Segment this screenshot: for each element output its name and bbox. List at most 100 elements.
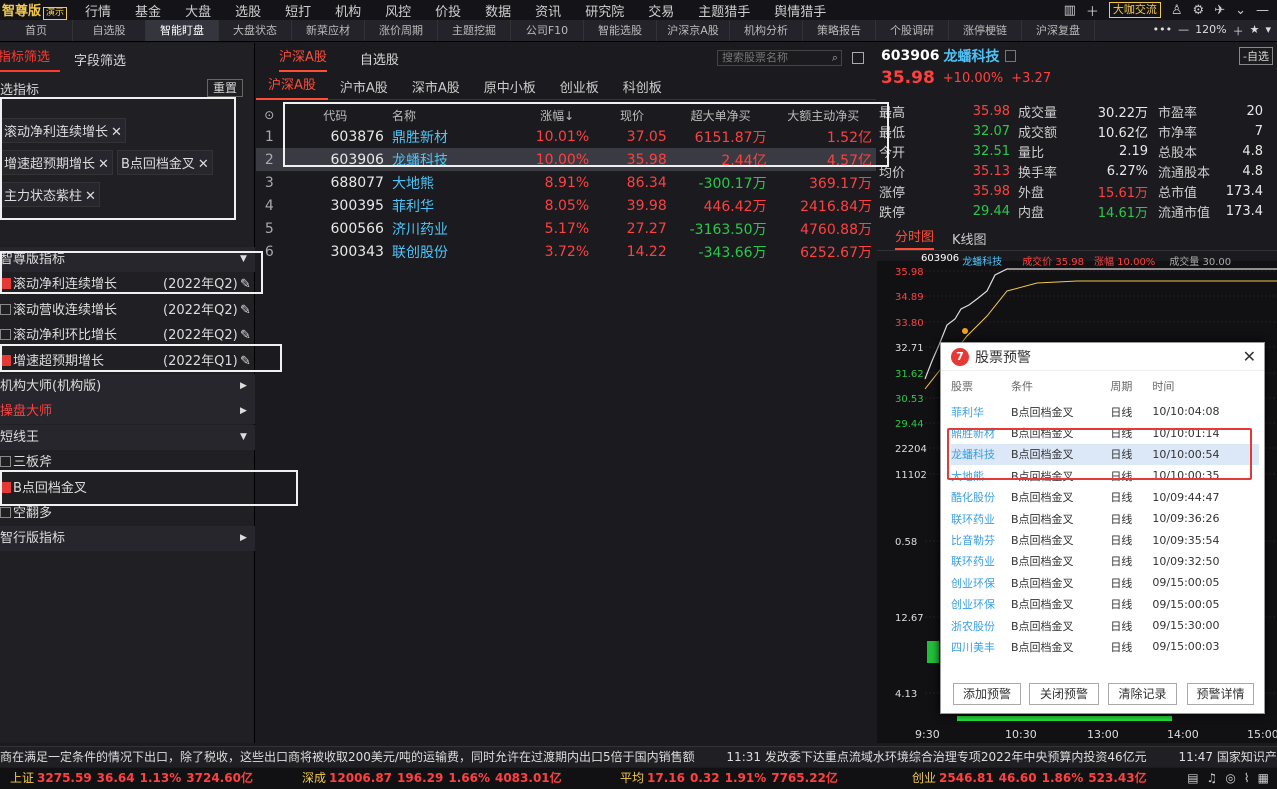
market-tab-1[interactable]: 沪市A股 [328, 77, 400, 96]
alert-row[interactable]: 浙农股份 B点回档金叉 日线 09/15:30:00 [951, 615, 1259, 636]
calendar-icon[interactable]: ▤ [1187, 768, 1198, 789]
indicator-row[interactable]: 空翻多 [0, 501, 255, 526]
indicator-chip[interactable]: 滚动净利连续增长 ✕ [0, 118, 126, 143]
alert-action-button[interactable]: 关闭预警 [1029, 683, 1099, 705]
menu-item-1[interactable]: 基金 [123, 1, 173, 20]
tab-13[interactable]: 涨停梗链 [949, 20, 1022, 41]
tab-2[interactable]: 智能盯盘 [146, 20, 219, 41]
expand-arrow-icon[interactable]: ▼ [240, 247, 247, 272]
column-header[interactable]: 名称 [388, 105, 521, 125]
indicator-chip[interactable]: 主力状态紫柱 ✕ [0, 182, 100, 207]
menu-item-6[interactable]: 风控 [373, 1, 423, 20]
tab-3[interactable]: 大盘状态 [219, 20, 292, 41]
tab-indicator-filter[interactable]: 指标筛选 [0, 46, 61, 72]
stock-name[interactable]: 济川药业 [388, 217, 521, 240]
minimize-icon[interactable]: — [1256, 3, 1269, 18]
pin-icon[interactable]: ✈ [1214, 3, 1225, 18]
table-row[interactable]: 4 300395 菲利华 8.05% 39.98 446.42万 2416.84万 [256, 194, 876, 217]
indicator-row[interactable]: 增速超预期增长 (2022年Q1) ✎ [0, 349, 255, 374]
menu-item-4[interactable]: 短打 [273, 1, 323, 20]
remove-chip-icon[interactable]: ✕ [98, 157, 109, 172]
edit-icon[interactable]: ✎ [240, 298, 251, 323]
alert-action-button[interactable]: 添加预警 [953, 683, 1021, 705]
add-icon[interactable]: ＋ [1086, 1, 1099, 20]
tab-12[interactable]: 个股调研 [876, 20, 949, 41]
alert-row[interactable]: 比音勒芬 B点回档金叉 日线 10/09:35:54 [951, 529, 1259, 550]
dropdown-icon[interactable]: ▾ [1265, 23, 1271, 39]
menu-item-3[interactable]: 选股 [223, 1, 273, 20]
indicator-checkbox[interactable] [0, 354, 11, 366]
indicator-checkbox[interactable] [0, 481, 11, 493]
indicator-row[interactable]: 滚动净利连续增长 (2022年Q2) ✎ [0, 272, 255, 297]
record-icon[interactable]: ◎ [1225, 768, 1235, 789]
indicator-checkbox[interactable] [0, 303, 11, 315]
tab-kline[interactable]: K线图 [952, 229, 987, 248]
alert-row[interactable]: 酷化股份 B点回档金叉 日线 10/09:44:47 [951, 487, 1259, 508]
tab-all-a-shares[interactable]: 沪深A股 [279, 45, 327, 72]
search-input[interactable]: 搜索股票名称 ⌕ [717, 50, 842, 66]
bell-icon[interactable]: ♫ [1207, 768, 1218, 789]
edit-icon[interactable]: ✎ [240, 323, 251, 348]
menu-item-0[interactable]: 行情 [73, 1, 123, 20]
star-icon[interactable]: ★ [1250, 23, 1260, 39]
tab-14[interactable]: 沪深复盘 [1022, 20, 1095, 41]
expand-arrow-icon[interactable]: ▼ [240, 425, 247, 450]
close-icon[interactable]: ✕ [1243, 347, 1256, 366]
indicator-row[interactable]: 操盘大师 ▶ [0, 399, 255, 425]
indicator-chip[interactable]: 增速超预期增长 ✕ [0, 150, 113, 175]
tab-6[interactable]: 主题挖掘 [438, 20, 511, 41]
alert-row[interactable]: 菲利华 B点回档金叉 日线 10/10:04:08 [951, 401, 1259, 422]
alert-row[interactable]: 联环药业 B点回档金叉 日线 10/09:36:26 [951, 508, 1259, 529]
market-tab-5[interactable]: 科创板 [611, 77, 674, 96]
expert-chat-button[interactable]: 大咖交流 [1108, 2, 1161, 18]
tab-0[interactable]: 首页 [0, 20, 73, 41]
remove-chip-icon[interactable]: ✕ [111, 125, 122, 140]
menu-item-7[interactable]: 价投 [423, 1, 473, 20]
column-header[interactable]: 代码 [283, 105, 388, 125]
alert-action-button[interactable]: 预警详情 [1187, 683, 1254, 705]
indicator-row[interactable]: 短线王 ▼ [0, 424, 255, 450]
table-row[interactable]: 6 300343 联创股份 3.72% 14.22 -343.66万 6252.67万 [256, 240, 876, 263]
layout-toggle-icon[interactable] [852, 52, 864, 64]
indicator-row[interactable]: 智行版指标 ▶ [0, 526, 255, 552]
indicator-checkbox[interactable] [0, 278, 11, 290]
column-header[interactable]: 超大单净买 [671, 105, 771, 125]
menu-item-5[interactable]: 机构 [323, 1, 373, 20]
tab-1[interactable]: 自选股 [73, 20, 146, 41]
tab-field-filter[interactable]: 字段筛选 [74, 50, 136, 69]
tab-11[interactable]: 策略报告 [803, 20, 876, 41]
stock-name[interactable]: 联创股份 [388, 240, 521, 263]
tab-4[interactable]: 新菜应材 [292, 20, 365, 41]
index-quote[interactable]: 上证 3275.59 36.64 1.13% 3724.60亿 [10, 768, 258, 789]
news-ticker[interactable]: 商在满足一定条件的情况下出口，除了税收，这些出口商将被收取200美元/吨的运输费… [0, 746, 1277, 767]
market-tab-0[interactable]: 沪深A股 [256, 73, 328, 100]
table-row[interactable]: 3 688077 大地熊 8.91% 86.34 -300.17万 369.17万 [256, 171, 876, 194]
chart-line-icon[interactable]: ⌇ [1244, 768, 1250, 789]
expand-arrow-icon[interactable]: ▶ [240, 526, 247, 551]
menu-item-12[interactable]: 主题猎手 [686, 1, 762, 20]
tab-7[interactable]: 公司F10 [511, 20, 584, 41]
column-header[interactable]: 涨幅↓ [521, 105, 593, 125]
stock-name[interactable]: 鼎胜新材 [388, 125, 521, 148]
user-icon[interactable]: ♙ [1171, 3, 1183, 18]
menu-item-11[interactable]: 交易 [636, 1, 686, 20]
tab-5[interactable]: 涨价周期 [365, 20, 438, 41]
alert-row[interactable]: 联环药业 B点回档金叉 日线 10/09:32:50 [951, 551, 1259, 572]
tab-10[interactable]: 机构分析 [730, 20, 803, 41]
tab-watchlist[interactable]: 自选股 [360, 49, 399, 68]
market-tab-4[interactable]: 创业板 [548, 77, 611, 96]
remove-chip-icon[interactable]: ✕ [85, 189, 96, 204]
stock-name[interactable]: 大地熊 [388, 171, 521, 194]
menu-item-13[interactable]: 舆情猎手 [762, 1, 838, 20]
indicator-row[interactable]: 滚动净利环比增长 (2022年Q2) ✎ [0, 323, 255, 348]
column-header[interactable]: 现价 [593, 105, 671, 125]
market-tab-3[interactable]: 原中小板 [472, 77, 548, 96]
menu-item-9[interactable]: 资讯 [523, 1, 573, 20]
table-row[interactable]: 5 600566 济川药业 5.17% 27.27 -3163.50万 4760.88万 [256, 217, 876, 240]
menu-item-10[interactable]: 研究院 [573, 1, 636, 20]
remove-chip-icon[interactable]: ✕ [198, 157, 209, 172]
stock-name[interactable]: 菲利华 [388, 194, 521, 217]
alert-row[interactable]: 创业环保 B点回档金叉 日线 09/15:00:05 [951, 572, 1259, 593]
indicator-checkbox[interactable] [0, 507, 11, 518]
chevron-down-icon[interactable]: ⌄ [1235, 3, 1246, 18]
